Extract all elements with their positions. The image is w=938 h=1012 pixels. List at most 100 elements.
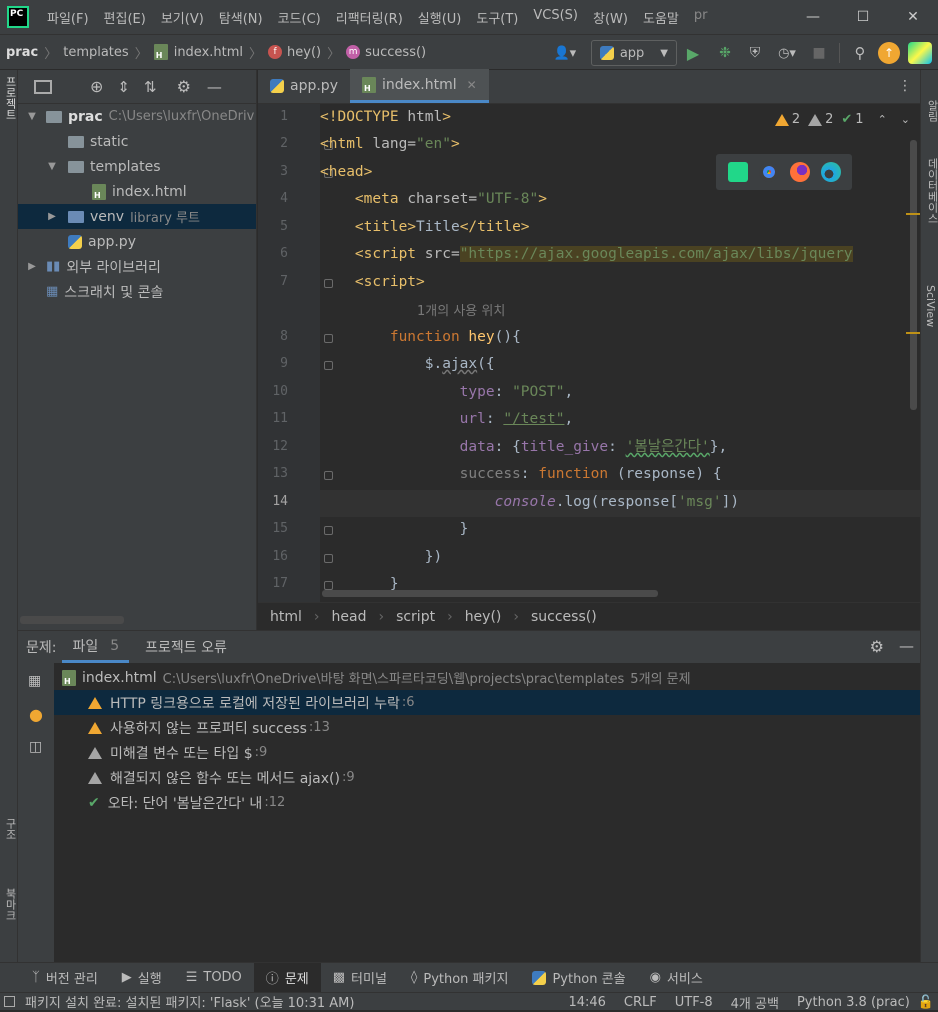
breadcrumb-function-hey[interactable]: hey() [287,45,321,60]
coverage-icon[interactable]: ⛨ [741,41,769,65]
debug-icon[interactable]: ❉ [709,41,741,65]
problem-item[interactable]: 미해결 변수 또는 타입 $ :9 [54,740,920,765]
problem-item[interactable]: 사용하지 않는 프로퍼티 success :13 [54,715,920,740]
breadcrumb-file[interactable]: index.html [174,45,243,60]
warning-stripe-mark[interactable] [906,332,920,334]
usage-inlay-hint[interactable]: 1개의 사용 위치 [417,300,505,319]
gear-icon[interactable]: ⚙ [870,637,884,656]
ide-features-icon[interactable] [908,42,932,64]
gear-icon[interactable]: ⚙ [177,77,191,96]
next-highlight-icon[interactable]: ⌄ [901,113,910,126]
tree-item-venv[interactable]: ▶ venv library 루트 [18,204,256,229]
tool-terminal[interactable]: ▩ 터미널 [321,963,399,993]
chevron-down-icon[interactable]: ▼ [24,111,40,122]
editor-horizontal-scrollbar[interactable] [322,590,658,597]
more-tabs-icon[interactable]: ⋮ [898,78,912,94]
menu-view[interactable]: 보기(V) [161,8,204,27]
editor-crumb-script[interactable]: script [396,609,435,625]
database-tool-button[interactable]: 데이터베이스 [924,158,938,224]
hide-panel-icon[interactable]: — [207,78,222,96]
update-icon[interactable]: ↑ [878,42,900,64]
tab-project-errors[interactable]: 프로젝트 오류 [135,631,237,663]
chevron-down-icon[interactable]: ▼ [44,161,60,172]
tree-item-static[interactable]: static [18,129,256,154]
bookmarks-tool-button[interactable]: 북마크 [2,888,18,921]
tool-problems[interactable]: ⓘ 문제 [253,962,321,993]
menu-edit[interactable]: 편집(E) [104,8,146,27]
group-by-icon[interactable]: ▦ [28,673,41,689]
maximize-icon[interactable]: ☐ [838,0,888,34]
tab-app-py[interactable]: app.py [258,69,350,103]
editor-crumb-hey[interactable]: hey() [465,609,502,625]
inspection-widget[interactable]: 2 2 ✔ 1 ⌃ ⌄ [774,112,910,127]
profile-icon[interactable]: ◷▾ [769,41,805,65]
menu-window[interactable]: 창(W) [593,8,628,27]
editor-crumb-head[interactable]: head [332,609,367,625]
search-icon[interactable]: ⚲ [846,41,874,65]
line-separator[interactable]: CRLF [624,995,657,1010]
menu-code[interactable]: 코드(C) [278,8,321,27]
menu-vcs[interactable]: VCS(S) [533,8,578,27]
breadcrumb-folder[interactable]: templates [63,45,128,60]
tool-python-console[interactable]: Python 콘솔 [520,963,637,993]
problem-item[interactable]: 해결되지 않은 함수 또는 메서드 ajax() :9 [54,765,920,790]
structure-tool-button[interactable]: 구조 [2,818,18,840]
status-window-icon[interactable] [4,996,15,1007]
problem-item[interactable]: HTTP 링크용으로 로컬에 저장된 라이브러리 누락 :6 [54,690,920,715]
breadcrumb-project[interactable]: prac [6,45,38,60]
tree-item-app-py[interactable]: app.py [18,229,256,254]
menu-run[interactable]: 실행(U) [418,8,462,27]
firefox-icon[interactable] [789,162,810,182]
caret-position[interactable]: 14:46 [568,995,605,1010]
menu-tools[interactable]: 도구(T) [476,8,518,27]
indent-setting[interactable]: 4개 공백 [731,993,779,1012]
stop-icon[interactable]: ■ [805,41,833,65]
editor-crumb-html[interactable]: html [270,609,302,625]
editor-vertical-scrollbar[interactable] [910,140,917,410]
lightbulb-icon[interactable]: ● [29,705,43,724]
tree-item-prac[interactable]: ▼ prac C:\Users\luxfr\OneDriv [18,104,256,129]
tree-item-external-libraries[interactable]: ▶ ▮▮ 외부 라이브러리 [18,254,256,279]
tool-todo[interactable]: ☰ TODO [174,963,254,993]
tool-services[interactable]: ◉ 서비스 [638,963,715,993]
tree-item-scratches[interactable]: ▦ 스크래치 및 콘솔 [18,279,256,304]
menu-navigate[interactable]: 탐색(N) [219,8,263,27]
close-icon[interactable]: ✕ [888,0,938,34]
editor-crumb-success[interactable]: success() [531,609,597,625]
chrome-icon[interactable] [758,162,779,182]
tool-version-control[interactable]: ᛉ 버전 관리 [20,963,110,993]
tool-run[interactable]: ▶ 실행 [110,963,174,993]
chevron-right-icon[interactable]: ▶ [24,261,40,272]
problem-item[interactable]: ✔ 오타: 단어 '봄날은간다' 내 :12 [54,790,920,815]
collapse-all-icon[interactable]: ⇅ [144,78,157,96]
sciview-tool-button[interactable]: SciView [924,285,937,327]
tree-item-index-html[interactable]: index.html [18,179,256,204]
tool-python-packages[interactable]: ◊ Python 패키지 [399,963,521,993]
expand-all-icon[interactable]: ⇕ [117,78,130,96]
python-interpreter[interactable]: Python 3.8 (prac) [797,995,910,1010]
breadcrumb-function-success[interactable]: success() [365,45,426,60]
status-message[interactable]: 패키지 설치 완료: 설치된 패키지: 'Flask' (오늘 10:31 AM… [25,992,354,1011]
locate-icon[interactable]: ⊕ [90,77,103,96]
edge-icon[interactable] [820,162,841,182]
problem-file-node[interactable]: index.html C:\Users\luxfr\OneDrive\바탕 화면… [54,665,920,690]
tab-index-html[interactable]: index.html ✕ [349,69,489,103]
menu-refactor[interactable]: 리팩터링(R) [336,8,403,27]
tree-item-templates[interactable]: ▼ templates [18,154,256,179]
warning-stripe-mark[interactable] [906,213,920,215]
horizontal-scrollbar[interactable] [20,616,124,624]
preview-icon[interactable]: ◫ [29,739,42,755]
tab-file-problems[interactable]: 파일 5 [62,631,130,663]
hide-panel-icon[interactable]: — [899,637,914,655]
user-icon[interactable]: 👤▾ [547,41,583,65]
menu-help[interactable]: 도움말 [643,8,679,27]
previous-highlight-icon[interactable]: ⌃ [878,113,887,126]
chevron-right-icon[interactable]: ▶ [44,211,60,222]
project-tool-button[interactable]: 프로젝트 [2,76,18,120]
file-encoding[interactable]: UTF-8 [675,995,713,1010]
run-icon[interactable]: ▶ [677,41,709,65]
menu-file[interactable]: 파일(F) [47,8,89,27]
run-configuration-select[interactable]: app ▼ [590,40,677,66]
pycharm-browser-icon[interactable] [727,162,748,182]
close-tab-icon[interactable]: ✕ [467,78,477,92]
